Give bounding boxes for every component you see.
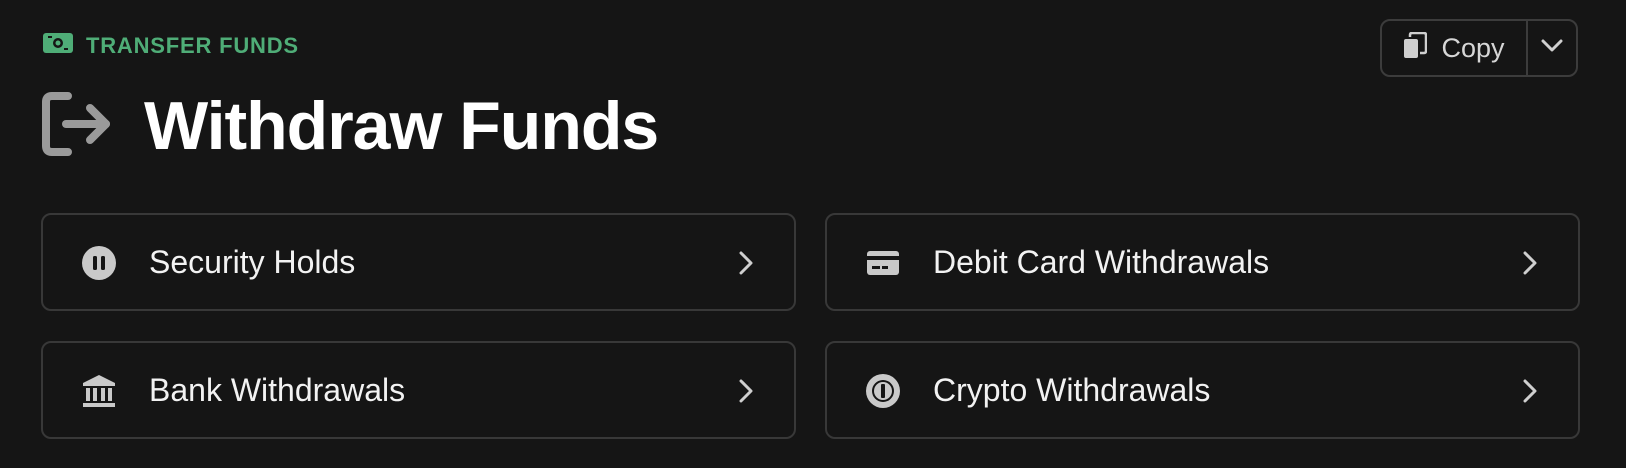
card-security-holds[interactable]: Security Holds — [41, 213, 796, 311]
chevron-right-icon — [1522, 250, 1538, 276]
card-label: Bank Withdrawals — [149, 371, 406, 408]
page-header: Withdraw Funds — [42, 86, 659, 166]
crypto-coin-icon — [865, 373, 901, 409]
withdraw-funds-page: TRANSFER FUNDS Withdraw Funds Copy Secur… — [0, 0, 1626, 468]
section-eyebrow-label: TRANSFER FUNDS — [86, 33, 299, 58]
card-bank-withdrawals[interactable]: Bank Withdrawals — [41, 341, 796, 439]
chevron-right-icon — [738, 378, 754, 404]
money-transfer-icon — [42, 31, 74, 62]
chevron-right-icon — [738, 250, 754, 276]
copy-button-label: Copy — [1441, 32, 1505, 63]
card-debit-card-withdrawals[interactable]: Debit Card Withdrawals — [825, 213, 1580, 311]
pause-circle-icon — [81, 245, 117, 281]
copy-icon — [1403, 31, 1428, 65]
chevron-down-icon — [1541, 39, 1563, 58]
bank-icon — [81, 373, 117, 409]
section-eyebrow: TRANSFER FUNDS — [42, 32, 299, 60]
credit-card-icon — [865, 245, 901, 281]
chevron-right-icon — [1522, 378, 1538, 404]
copy-button[interactable]: Copy — [1382, 21, 1528, 75]
card-label: Crypto Withdrawals — [933, 371, 1211, 408]
card-crypto-withdrawals[interactable]: Crypto Withdrawals — [825, 341, 1580, 439]
card-label: Debit Card Withdrawals — [933, 243, 1270, 280]
page-title: Withdraw Funds — [144, 88, 659, 164]
copy-options-toggle[interactable] — [1528, 21, 1576, 75]
copy-button-group: Copy — [1380, 19, 1578, 77]
card-label: Security Holds — [149, 243, 356, 280]
sign-out-arrow-icon — [42, 91, 112, 161]
